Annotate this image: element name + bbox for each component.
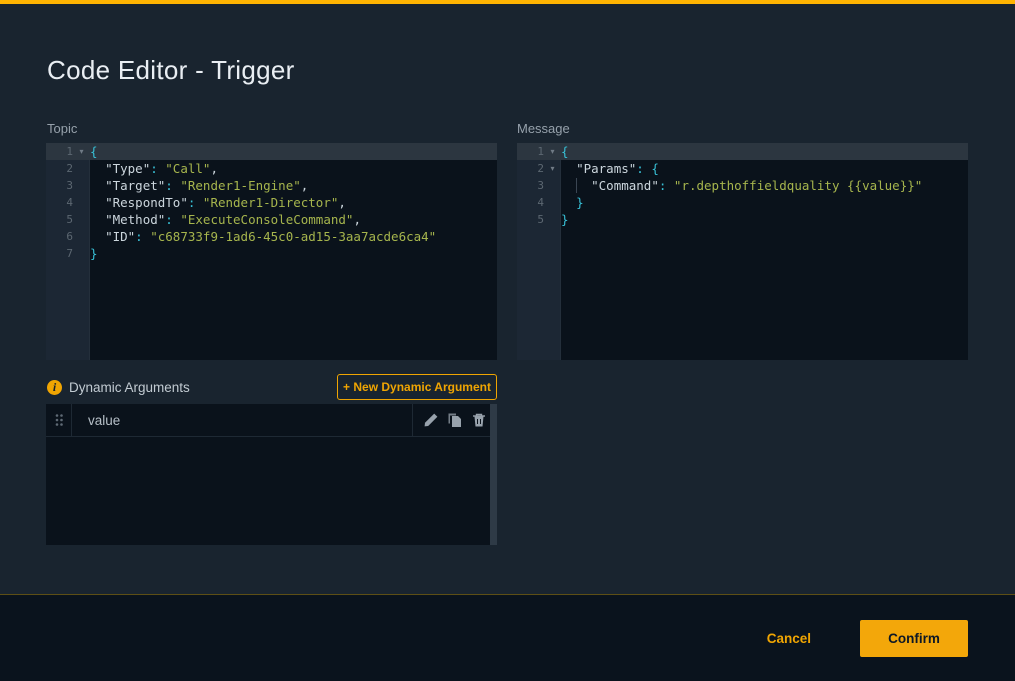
page-title: Code Editor - Trigger xyxy=(47,55,295,86)
fold-arrow-icon[interactable]: ▾ xyxy=(544,143,561,160)
code-editor-dialog: Code Editor - Trigger Topic Message 1▾{2… xyxy=(0,0,1015,681)
fold-arrow-icon[interactable]: ▾ xyxy=(73,143,90,160)
row-actions xyxy=(412,404,497,436)
dynamic-arguments-list: value xyxy=(46,404,497,545)
argument-name: value xyxy=(72,413,412,428)
info-icon: i xyxy=(47,380,62,395)
message-label: Message xyxy=(517,121,570,136)
dynamic-arguments-header: i Dynamic Arguments + New Dynamic Argume… xyxy=(46,374,497,400)
cancel-button[interactable]: Cancel xyxy=(767,631,811,646)
topic-code-editor[interactable]: 1▾{2 "Type": "Call",3 "Target": "Render1… xyxy=(46,143,497,360)
scrollbar[interactable] xyxy=(490,404,497,545)
edit-icon[interactable] xyxy=(423,412,439,428)
new-dynamic-argument-button[interactable]: + New Dynamic Argument xyxy=(337,374,497,400)
fold-arrow-icon[interactable]: ▾ xyxy=(544,160,561,177)
delete-icon[interactable] xyxy=(471,412,487,428)
topic-label: Topic xyxy=(47,121,77,136)
message-code-editor[interactable]: 1▾{2▾ "Params": {3 "Command": "r.depthof… xyxy=(517,143,968,360)
footer: Cancel Confirm xyxy=(0,595,1015,681)
confirm-button[interactable]: Confirm xyxy=(860,620,968,657)
top-accent-bar xyxy=(0,0,1015,4)
dynamic-argument-row: value xyxy=(46,404,497,437)
dynamic-arguments-label: Dynamic Arguments xyxy=(69,380,190,395)
duplicate-icon[interactable] xyxy=(447,412,463,428)
drag-handle-icon[interactable] xyxy=(46,404,72,436)
